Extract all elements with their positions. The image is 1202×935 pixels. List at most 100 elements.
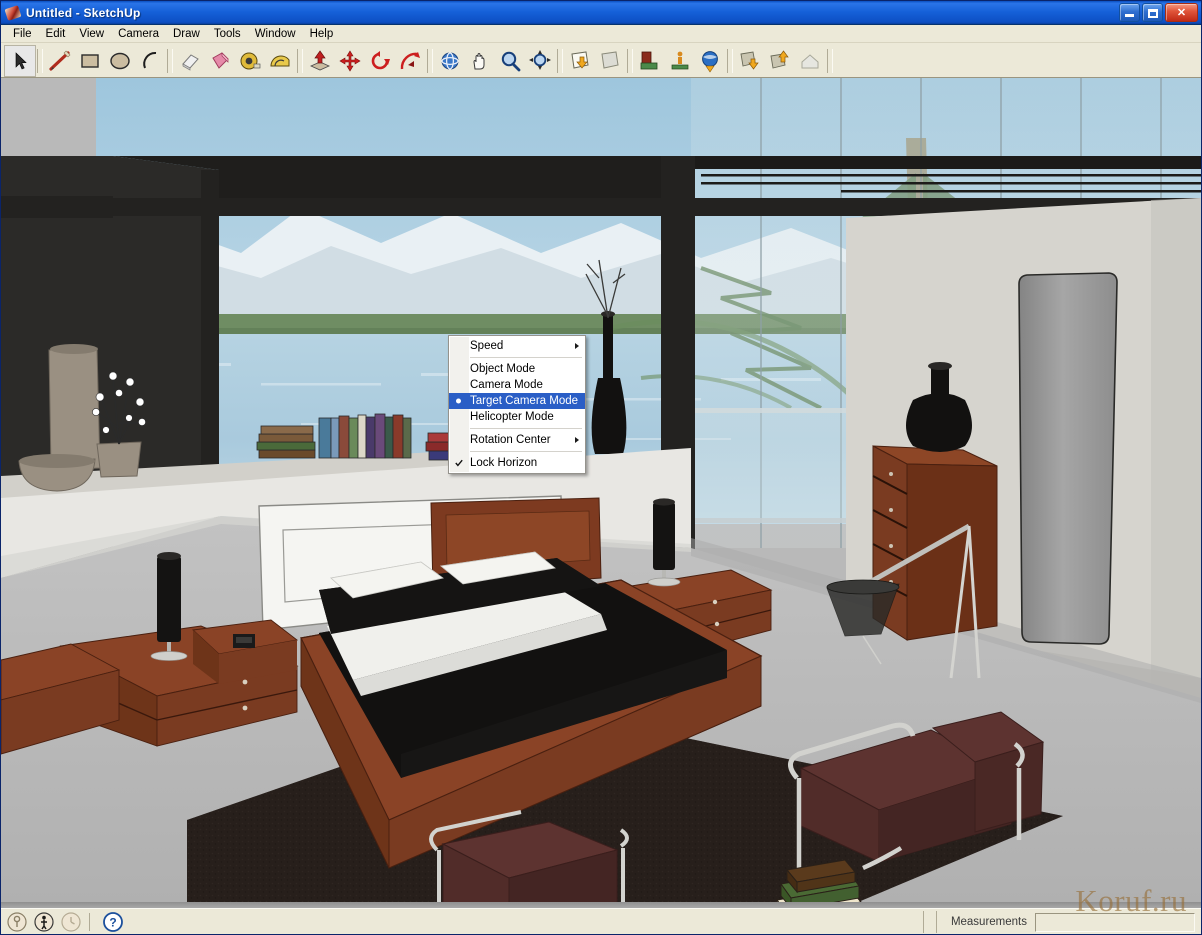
previous-view-button[interactable] — [565, 46, 595, 76]
arc-tool[interactable] — [135, 46, 165, 76]
minimize-button[interactable] — [1119, 3, 1140, 22]
submenu-arrow-icon — [575, 437, 579, 443]
place-model-icon — [801, 53, 819, 68]
circle-icon — [110, 52, 130, 69]
hand-icon — [473, 52, 485, 69]
restore-button[interactable] — [1142, 3, 1163, 22]
context-menu-item-lock-horizon[interactable]: Lock Horizon — [449, 455, 585, 471]
zoom-tool[interactable] — [495, 46, 525, 76]
next-view-button[interactable] — [595, 46, 625, 76]
measurements-input[interactable] — [1035, 912, 1195, 932]
rectangle-tool[interactable] — [75, 46, 105, 76]
status-right-group: Measurements — [917, 909, 1201, 934]
move-tool[interactable] — [335, 46, 365, 76]
menu-camera[interactable]: Camera — [111, 27, 166, 41]
pan-tool[interactable] — [465, 46, 495, 76]
select-tool[interactable] — [4, 44, 36, 77]
context-menu-label: Rotation Center — [470, 434, 551, 446]
title-bar: Untitled - SketchUp ✕ — [1, 1, 1201, 25]
paint-bucket-tool[interactable] — [205, 46, 235, 76]
arrow-cursor-icon — [15, 51, 27, 69]
context-menu-item-helicopter-mode[interactable]: Helicopter Mode — [449, 409, 585, 425]
previous-view-icon — [571, 50, 589, 69]
tape-measure-tool[interactable] — [235, 46, 265, 76]
toolbar-separator — [827, 48, 833, 73]
context-menu-label: Camera Mode — [470, 379, 543, 391]
rotate-tool[interactable] — [365, 46, 395, 76]
app-pencil-icon — [4, 4, 22, 22]
window-title: Untitled - SketchUp — [26, 5, 141, 20]
context-menu-label: Object Mode — [470, 363, 536, 375]
line-tool[interactable] — [45, 46, 75, 76]
toolbar-separator — [167, 48, 173, 73]
toolbar-separator — [427, 48, 433, 73]
measurements-label: Measurements — [950, 916, 1027, 928]
protractor-tool[interactable] — [265, 46, 295, 76]
menu-edit[interactable]: Edit — [39, 27, 73, 41]
orbit-icon — [441, 51, 459, 70]
camera-context-menu[interactable]: Speed Object Mode Camera Mode Target Cam… — [448, 335, 586, 474]
main-toolbar — [1, 44, 1201, 78]
google-earth-tool[interactable] — [695, 46, 725, 76]
section-plane-tool[interactable] — [635, 46, 665, 76]
menu-tools[interactable]: Tools — [207, 27, 248, 41]
paint-bucket-icon — [212, 51, 229, 69]
clock-icon[interactable] — [60, 911, 82, 933]
context-menu-label: Lock Horizon — [470, 457, 538, 469]
modeling-viewport[interactable]: Speed Object Mode Camera Mode Target Cam… — [1, 78, 1201, 908]
globe-icon — [702, 50, 718, 73]
eraser-tool[interactable] — [175, 46, 205, 76]
submenu-arrow-icon — [575, 343, 579, 349]
menu-help[interactable]: Help — [303, 27, 341, 41]
context-menu-item-target-camera-mode[interactable]: Target Camera Mode — [449, 393, 585, 409]
context-menu-item-speed[interactable]: Speed — [449, 338, 585, 354]
place-model-button[interactable] — [795, 46, 825, 76]
position-camera-tool[interactable] — [665, 46, 695, 76]
menu-file[interactable]: File — [6, 27, 39, 41]
follow-me-tool[interactable] — [395, 46, 425, 76]
context-menu-label: Target Camera Mode — [470, 395, 579, 407]
orbit-tool[interactable] — [435, 46, 465, 76]
context-menu-separator — [470, 428, 582, 429]
radio-selected-icon — [456, 398, 461, 404]
svg-text:?: ? — [109, 915, 116, 929]
share-model-button[interactable] — [765, 46, 795, 76]
share-model-icon — [770, 49, 789, 69]
menu-draw[interactable]: Draw — [166, 27, 207, 41]
close-button[interactable]: ✕ — [1165, 3, 1198, 22]
circle-tool[interactable] — [105, 46, 135, 76]
sketchup-window: Untitled - SketchUp ✕ File Edit View Cam… — [0, 0, 1202, 935]
menu-window[interactable]: Window — [248, 27, 303, 41]
protractor-icon — [270, 55, 290, 66]
zoom-extents-tool[interactable] — [525, 46, 555, 76]
push-pull-icon — [310, 49, 330, 70]
get-models-icon — [740, 50, 759, 70]
window-controls: ✕ — [1119, 3, 1201, 22]
zoom-extents-icon — [529, 49, 551, 70]
menu-view[interactable]: View — [72, 27, 111, 41]
rectangle-icon — [81, 53, 99, 68]
status-separator — [89, 913, 90, 931]
context-menu-item-rotation-center[interactable]: Rotation Center — [449, 432, 585, 448]
toolbar-separator — [37, 48, 43, 73]
context-menu-item-camera-mode[interactable]: Camera Mode — [449, 377, 585, 393]
push-pull-tool[interactable] — [305, 46, 335, 76]
context-menu-separator — [470, 357, 582, 358]
arc-icon — [143, 51, 157, 68]
tape-measure-icon — [240, 52, 261, 69]
follow-me-icon — [400, 51, 420, 69]
person-walk-icon — [671, 51, 689, 69]
human-figure-icon[interactable] — [33, 911, 55, 933]
section-plane-icon — [640, 51, 658, 69]
help-icon[interactable]: ? — [102, 911, 124, 933]
context-menu-item-object-mode[interactable]: Object Mode — [449, 361, 585, 377]
get-models-button[interactable] — [735, 46, 765, 76]
toolbar-separator — [727, 48, 733, 73]
status-bar: ? Measurements — [1, 908, 1201, 934]
move-arrows-icon — [339, 49, 361, 72]
woven-vase — [48, 344, 101, 471]
hint-pencil-icon[interactable] — [6, 911, 28, 933]
next-view-icon — [601, 50, 619, 69]
leaning-mirror — [1018, 272, 1118, 645]
rotate-arrows-icon — [371, 50, 390, 69]
